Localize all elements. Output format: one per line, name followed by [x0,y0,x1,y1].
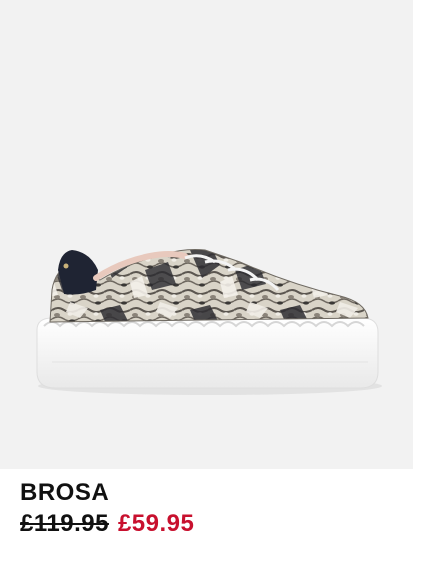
product-card[interactable]: BROSA £119.95 £59.95 [0,0,426,562]
sneaker-icon [36,249,382,395]
original-price: £119.95 [20,510,109,537]
product-image[interactable] [0,0,413,469]
product-name[interactable]: BROSA [20,479,109,507]
sale-price: £59.95 [117,510,195,537]
price-row: £119.95 £59.95 [20,509,194,539]
